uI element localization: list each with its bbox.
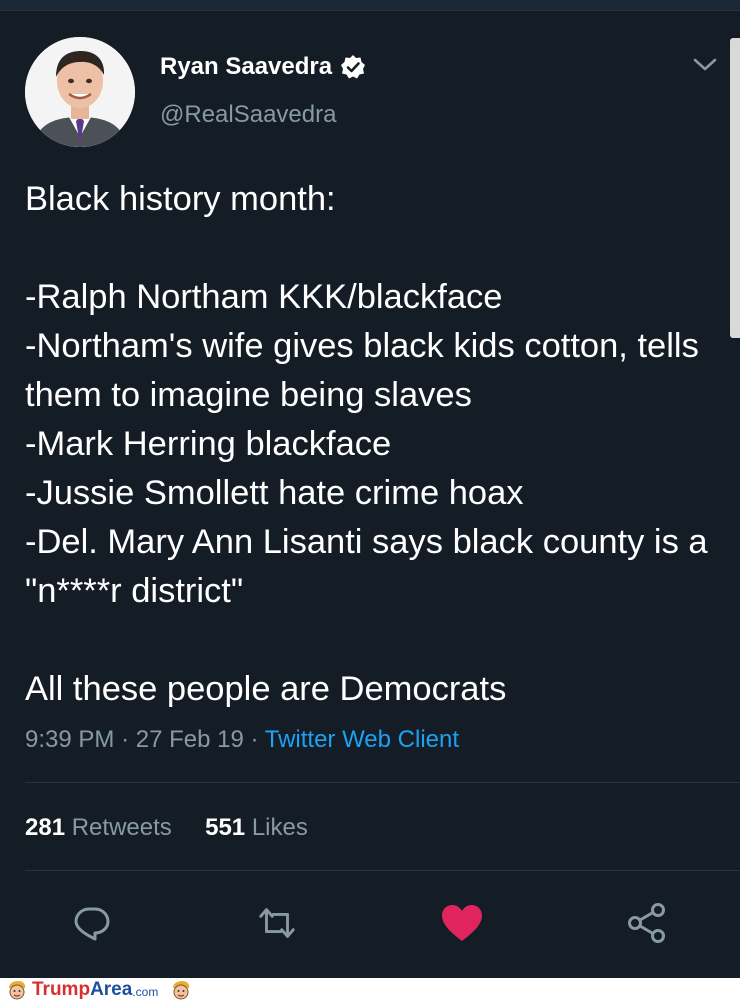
brand-part2: Area [90,979,133,1000]
tweet-date[interactable]: 27 Feb 19 [136,726,244,753]
share-button[interactable] [625,901,669,945]
like-button[interactable] [440,901,484,945]
watermark-footer: Trump Area .com [0,978,740,1003]
trump-caricature-icon [173,981,190,1000]
display-name[interactable]: Ryan Saavedra [160,53,332,81]
brand-domain: .com [132,985,159,999]
tweet-stats: 281 Retweets 551 Likes [25,814,308,842]
likes-count: 551 [205,814,246,841]
retweet-button[interactable] [255,901,299,945]
chevron-down-icon[interactable] [692,54,718,74]
likes-label: Likes [251,814,308,841]
tweet-text: Black history month: -Ralph Northam KKK/… [25,180,708,708]
likes-stat[interactable]: 551 Likes [205,814,308,841]
user-handle[interactable]: @RealSaavedra [160,101,336,129]
tweet-time[interactable]: 9:39 PM [25,726,114,753]
trump-caricature-icon [9,981,26,1000]
avatar-photo [25,37,135,147]
client-link[interactable]: Twitter Web Client [265,726,459,753]
meta-separator: · [250,726,259,753]
top-strip [0,0,740,11]
retweet-icon [259,908,295,938]
watermark-logo: Trump Area .com [6,979,192,1001]
divider [25,870,740,871]
scrollbar[interactable] [730,38,740,338]
share-icon [628,903,665,943]
reply-icon [74,907,110,941]
author-name-row[interactable]: Ryan Saavedra [160,53,366,81]
retweets-label: Retweets [71,814,172,841]
divider [25,782,740,783]
meta-separator: · [121,726,130,753]
tweet-meta: 9:39 PM · 27 Feb 19 · Twitter Web Client [25,726,459,754]
avatar[interactable] [25,37,135,147]
brand-part1: Trump [32,979,91,1000]
retweet-stat[interactable]: 281 Retweets [25,814,172,841]
retweets-count: 281 [25,814,66,841]
heart-icon [442,905,482,941]
reply-button[interactable] [70,901,114,945]
verified-badge-icon [340,54,366,80]
